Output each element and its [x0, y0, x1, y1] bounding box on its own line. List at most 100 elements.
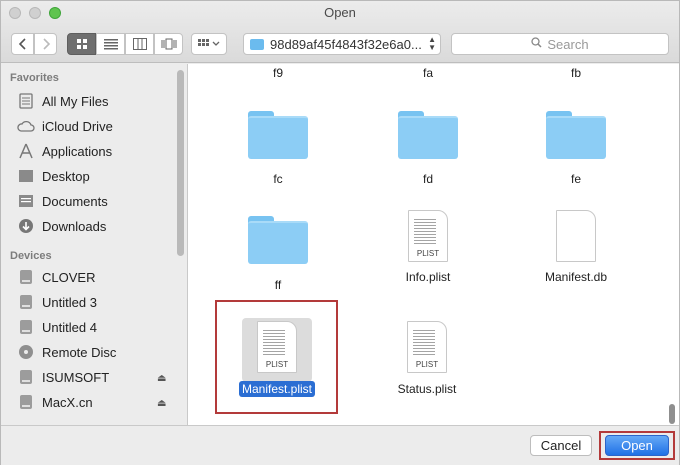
chevron-right-icon — [42, 38, 50, 50]
sidebar-item-isumsoft[interactable]: ISUMSOFT — [17, 366, 167, 388]
sidebar-item-label: Documents — [42, 193, 108, 209]
search-placeholder: Search — [547, 36, 589, 52]
column-view-button[interactable] — [125, 33, 154, 55]
back-button[interactable] — [11, 33, 34, 55]
sidebar: Favorites All My Files iCloud Drive Appl… — [1, 64, 187, 425]
main-scrollbar[interactable] — [669, 404, 675, 424]
window-title: Open — [324, 5, 356, 20]
cover-flow-button[interactable] — [154, 33, 183, 55]
forward-button[interactable] — [34, 33, 57, 55]
sidebar-item-label: Downloads — [42, 218, 107, 234]
folder-item[interactable]: fc — [223, 111, 333, 186]
sidebar-item-untitled-4[interactable]: Untitled 4 — [17, 316, 167, 338]
all-files-icon — [17, 92, 35, 110]
sidebar-item-applications[interactable]: Applications — [17, 140, 167, 162]
drive-icon — [17, 268, 35, 286]
title-bar: Open 98d89af45f4843f32e6a0... ▲ ▼ Search — [1, 1, 679, 63]
folder-icon — [250, 38, 264, 50]
sidebar-item-clover[interactable]: CLOVER — [17, 266, 167, 288]
file-label: Info.plist — [405, 270, 451, 284]
file-item[interactable]: Manifest.db — [521, 210, 631, 284]
folder-label: fb — [570, 66, 581, 80]
applications-icon — [17, 142, 35, 160]
disc-icon — [17, 343, 35, 361]
sidebar-item-label: Remote Disc — [42, 344, 117, 360]
eject-icon[interactable]: ⏏ — [157, 398, 166, 409]
file-browser: f9 fa fb fc fd fe ff PLIST Info.plist Ma… — [187, 64, 679, 425]
path-label: 98d89af45f4843f32e6a0... — [270, 36, 422, 52]
drive-icon — [17, 368, 35, 386]
sidebar-item-desktop[interactable]: Desktop — [17, 165, 167, 187]
sidebar-item-icloud-drive[interactable]: iCloud Drive — [17, 115, 167, 137]
sidebar-item-label: MacX.cn — [42, 394, 93, 410]
folder-icon — [248, 111, 308, 159]
folder-icon — [398, 111, 458, 159]
sidebar-item-untitled-3[interactable]: Untitled 3 — [17, 291, 167, 313]
drive-icon — [17, 293, 35, 311]
dialog-footer: Cancel Open — [1, 425, 679, 465]
documents-icon — [17, 192, 35, 210]
folder-icon — [546, 111, 606, 159]
file-type-tag: PLIST — [416, 249, 440, 258]
cloud-icon — [17, 117, 35, 135]
chevron-left-icon — [18, 38, 26, 50]
file-label: Status.plist — [397, 382, 457, 396]
plist-file-icon: PLIST — [408, 210, 448, 262]
plist-file-icon: PLIST — [407, 321, 447, 373]
folder-label: fe — [570, 172, 581, 186]
sidebar-item-label: Untitled 3 — [42, 294, 97, 310]
folder-item[interactable]: fb — [521, 66, 631, 80]
sidebar-scrollbar[interactable] — [177, 70, 184, 256]
drive-icon — [17, 393, 35, 411]
updown-chevron-icon: ▲ ▼ — [428, 35, 436, 52]
devices-header: Devices — [10, 250, 52, 262]
folder-item[interactable]: fa — [373, 66, 483, 80]
folder-item[interactable]: f9 — [223, 66, 333, 80]
sidebar-item-label: All My Files — [42, 93, 109, 109]
magnifier-icon — [531, 37, 542, 51]
sidebar-item-macx[interactable]: MacX.cn — [17, 391, 167, 413]
sidebar-item-documents[interactable]: Documents — [17, 190, 167, 212]
folder-icon — [248, 216, 308, 264]
folder-label: fd — [422, 172, 433, 186]
sidebar-item-label: Applications — [42, 143, 113, 159]
sidebar-item-label: Desktop — [42, 168, 90, 184]
open-dialog: Open 98d89af45f4843f32e6a0... ▲ ▼ Search… — [0, 0, 680, 465]
file-item[interactable]: PLIST Status.plist — [372, 321, 482, 396]
file-type-tag: PLIST — [415, 360, 439, 369]
file-label: Manifest.db — [544, 270, 608, 284]
arrange-button[interactable] — [191, 33, 227, 55]
folder-item[interactable]: fe — [521, 111, 631, 186]
sidebar-item-label: ISUMSOFT — [42, 369, 110, 385]
sidebar-item-downloads[interactable]: Downloads — [17, 215, 167, 237]
sidebar-item-label: Untitled 4 — [42, 319, 97, 335]
folder-item[interactable]: ff — [223, 216, 333, 292]
folder-item[interactable]: fd — [373, 111, 483, 186]
folder-label: ff — [274, 278, 282, 292]
file-item[interactable]: PLIST Info.plist — [373, 210, 483, 284]
arrange-grid-icon — [198, 39, 220, 46]
folder-label: fc — [273, 172, 283, 186]
drive-icon — [17, 318, 35, 336]
highlight-box — [599, 431, 675, 460]
folder-label: fa — [422, 66, 433, 80]
sidebar-item-label: CLOVER — [42, 269, 96, 285]
eject-icon[interactable]: ⏏ — [157, 373, 166, 384]
desktop-icon — [17, 167, 35, 185]
sidebar-item-remote-disc[interactable]: Remote Disc — [17, 341, 167, 363]
cover-flow-icon — [161, 38, 176, 50]
search-field[interactable]: Search — [451, 33, 669, 55]
sidebar-item-all-my-files[interactable]: All My Files — [17, 90, 167, 112]
folder-label: f9 — [272, 66, 283, 80]
icon-view-button[interactable] — [67, 33, 96, 55]
cancel-button[interactable]: Cancel — [530, 435, 592, 456]
downloads-icon — [17, 217, 35, 235]
column-view-icon — [132, 38, 147, 50]
favorites-header: Favorites — [10, 72, 59, 84]
path-popup[interactable]: 98d89af45f4843f32e6a0... ▲ ▼ — [243, 33, 441, 55]
grid-view-icon — [76, 39, 87, 49]
list-view-button[interactable] — [96, 33, 125, 55]
sidebar-item-label: iCloud Drive — [42, 118, 113, 134]
list-view-icon — [103, 39, 118, 50]
highlight-box — [215, 300, 338, 414]
